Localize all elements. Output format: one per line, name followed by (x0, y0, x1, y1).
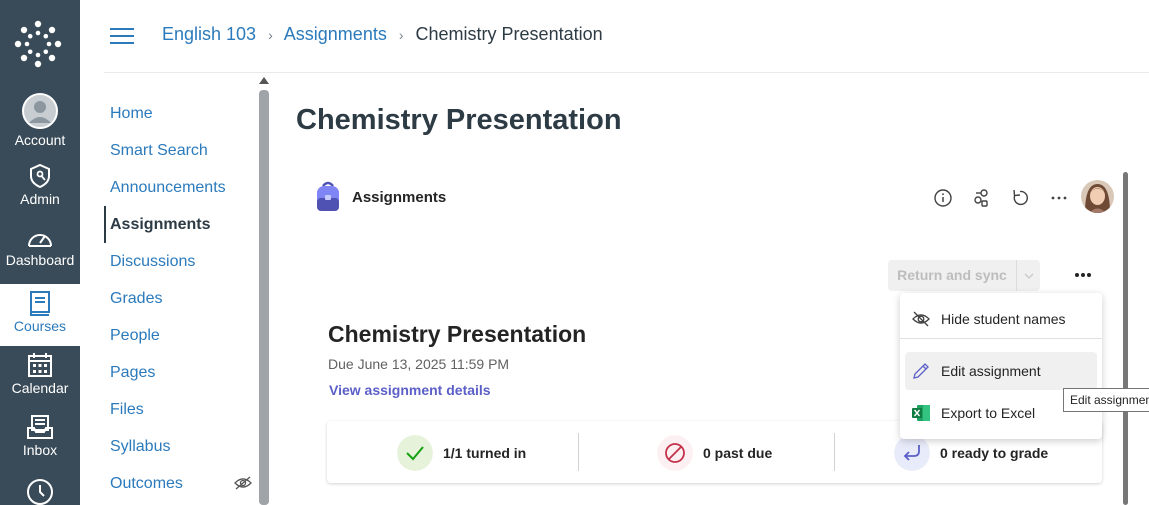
course-nav-pages[interactable]: Pages (104, 354, 254, 391)
nav-account[interactable]: Account (0, 92, 80, 150)
more-options-menu: Hide student names Edit assignment Expor… (900, 293, 1102, 439)
course-nav-discussions[interactable]: Discussions (104, 243, 254, 280)
menu-item-edit-assignment-label: Edit assignment (941, 363, 1041, 379)
breadcrumb-course-link[interactable]: English 103 (162, 24, 256, 44)
canvas-logo-icon[interactable] (14, 20, 62, 68)
hamburger-icon[interactable] (110, 28, 134, 46)
course-nav-grades[interactable]: Grades (104, 280, 254, 317)
return-arrow-icon (894, 435, 930, 471)
backpack-icon (317, 181, 339, 211)
menu-item-export-to-excel-label: Export to Excel (941, 405, 1036, 421)
more-options-button[interactable] (1070, 265, 1096, 285)
share-icon[interactable] (970, 187, 992, 209)
app-name: Assignments (352, 189, 447, 206)
divider (578, 433, 579, 471)
stat-ready-to-grade-label: 0 ready to grade (940, 445, 1049, 461)
more-horizontal-icon[interactable] (1048, 187, 1070, 209)
chevron-down-icon (1024, 273, 1034, 279)
menu-item-hide-student-names[interactable]: Hide student names (905, 300, 1097, 338)
breadcrumb: English 103 › Assignments › Chemistry Pr… (162, 24, 603, 45)
prohibited-icon (657, 435, 693, 471)
courses-book-icon (30, 291, 50, 316)
nav-dashboard-label: Dashboard (5, 252, 75, 268)
check-icon (397, 435, 433, 471)
nav-dashboard[interactable]: Dashboard (0, 228, 80, 278)
divider (834, 433, 835, 471)
pencil-icon (913, 363, 929, 379)
calendar-icon (28, 353, 52, 377)
course-nav-outcomes-label: Outcomes (110, 475, 183, 492)
breadcrumb-assignments-link[interactable]: Assignments (284, 24, 387, 44)
nav-inbox-label: Inbox (22, 442, 58, 458)
course-nav-outcomes[interactable]: Outcomes (104, 465, 254, 502)
admin-shield-icon (30, 163, 50, 189)
history-clock-icon (27, 479, 53, 505)
eye-off-icon (234, 476, 252, 490)
frame-scrollbar[interactable] (1123, 172, 1128, 505)
course-nav-files[interactable]: Files (104, 391, 254, 428)
excel-icon (912, 405, 930, 421)
return-and-sync-button[interactable]: Return and sync (888, 260, 1016, 291)
info-icon[interactable] (932, 187, 954, 209)
assignment-title: Chemistry Presentation (328, 321, 587, 347)
nav-history[interactable] (0, 478, 80, 505)
course-nav-scrollbar[interactable] (259, 90, 269, 505)
menu-divider (900, 338, 1102, 339)
stat-past-due-label: 0 past due (703, 445, 773, 461)
inbox-icon (27, 415, 53, 439)
course-nav-people[interactable]: People (104, 317, 254, 354)
breadcrumb-current: Chemistry Presentation (415, 24, 603, 44)
stat-turned-in-label: 1/1 turned in (443, 445, 527, 461)
eye-off-icon (912, 311, 930, 327)
course-nav-assignments[interactable]: Assignments (104, 206, 254, 243)
course-nav-syllabus[interactable]: Syllabus (104, 428, 254, 465)
scroll-up-arrow[interactable] (259, 77, 269, 84)
page-title: Chemistry Presentation (296, 104, 622, 136)
course-nav-smart-search[interactable]: Smart Search (104, 132, 254, 169)
view-assignment-details-link[interactable]: View assignment details (329, 382, 491, 398)
account-icon (22, 93, 58, 129)
assignment-due-date: Due June 13, 2025 11:59 PM (328, 356, 510, 372)
nav-calendar-label: Calendar (11, 380, 69, 396)
nav-courses[interactable]: Courses (0, 284, 80, 346)
chevron-right-icon: › (268, 27, 273, 43)
nav-inbox[interactable]: Inbox (0, 414, 80, 464)
top-header: English 103 › Assignments › Chemistry Pr… (104, 0, 1149, 73)
menu-item-edit-assignment[interactable]: Edit assignment (905, 352, 1097, 390)
course-nav: Home Smart Search Announcements Assignme… (104, 95, 254, 502)
dashboard-gauge-icon (28, 234, 52, 247)
chevron-right-icon: › (398, 27, 404, 43)
course-nav-announcements[interactable]: Announcements (104, 169, 254, 206)
edit-assignment-tooltip: Edit assignment (1063, 388, 1149, 412)
global-nav: Account Admin Dashboard Courses Calendar… (0, 0, 80, 505)
nav-admin-label: Admin (20, 191, 60, 207)
course-nav-home[interactable]: Home (104, 95, 254, 132)
nav-calendar[interactable]: Calendar (0, 352, 80, 402)
nav-account-label: Account (14, 132, 66, 148)
avatar[interactable] (1081, 180, 1114, 213)
refresh-icon[interactable] (1009, 187, 1031, 209)
return-sync-dropdown[interactable] (1016, 260, 1040, 291)
nav-courses-label: Courses (13, 318, 67, 334)
menu-item-hide-student-names-label: Hide student names (941, 311, 1066, 327)
nav-admin[interactable]: Admin (0, 163, 80, 213)
